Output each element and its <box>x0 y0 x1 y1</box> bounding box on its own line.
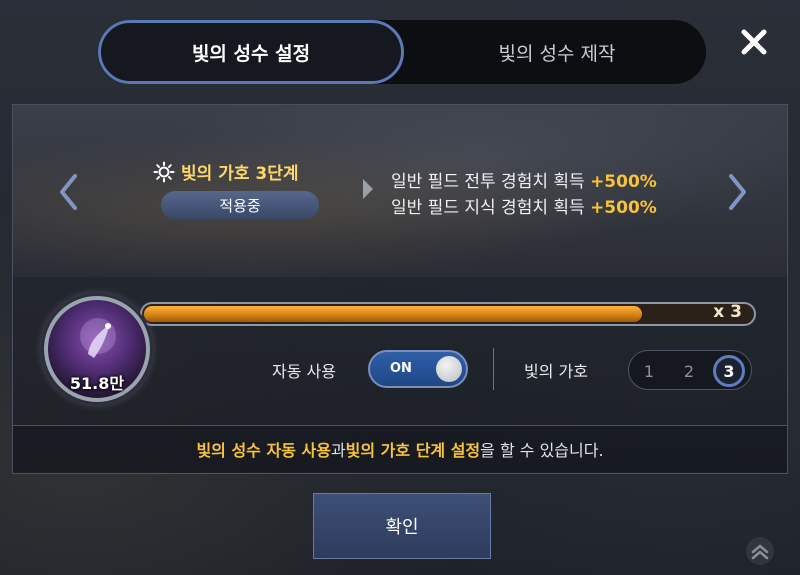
gauge-multiplier: x 3 <box>713 302 742 322</box>
toggle-state: ON <box>390 361 412 376</box>
status-badge: 적용중 <box>161 191 319 219</box>
holy-water-orb[interactable]: 51.8만 <box>44 296 150 402</box>
auto-use-toggle[interactable]: ON <box>368 350 468 388</box>
gauge-fill <box>144 306 642 322</box>
prev-stage-button[interactable] <box>53 167 83 217</box>
bonus-text: 일반 필드 전투 경험치 획득 <box>391 172 591 192</box>
chevron-right-icon <box>729 174 746 210</box>
settings-panel: 빛의 가호 3단계 적용중 일반 필드 전투 경험치 획득 +500% 일반 필… <box>12 104 788 474</box>
bonus-line: 일반 필드 전투 경험치 획득 +500% <box>391 167 657 192</box>
holy-water-amount: 51.8만 <box>69 374 125 393</box>
tab-holy-water-settings[interactable]: 빛의 성수 설정 <box>98 20 404 84</box>
bonus-value: +500% <box>590 198 657 218</box>
stage-title: 빛의 가호 3단계 <box>153 159 299 184</box>
blessing-info-area: 빛의 가호 3단계 적용중 일반 필드 전투 경험치 획득 +500% 일반 필… <box>13 105 787 277</box>
double-chevron-up-icon[interactable] <box>744 535 776 567</box>
tab-bar: 빛의 성수 설정 빛의 성수 제작 <box>98 20 706 84</box>
chevron-left-icon <box>60 174 77 210</box>
tab-label: 빛의 성수 제작 <box>498 42 616 65</box>
auto-use-label: 자동 사용 <box>272 362 336 381</box>
holy-water-figure-icon <box>80 318 116 358</box>
holy-water-gauge: x 3 <box>140 302 756 326</box>
close-button[interactable] <box>732 20 776 64</box>
level-option-1[interactable]: 1 <box>633 355 665 387</box>
confirm-button[interactable]: 확인 <box>313 493 491 559</box>
hint-bar: 빛의 성수 자동 사용 과 빛의 가호 단계 설정 을 할 수 있습니다. <box>13 425 787 472</box>
bonus-value: +500% <box>590 172 657 192</box>
stage-title-text: 빛의 가호 3단계 <box>181 164 299 184</box>
toggle-knob <box>436 356 462 382</box>
level-option-2[interactable]: 2 <box>673 355 705 387</box>
divider <box>493 348 494 390</box>
hint-text: 을 할 수 있습니다. <box>480 441 604 460</box>
hint-text: 과 <box>330 441 346 460</box>
bonus-line: 일반 필드 지식 경험치 획득 +500% <box>391 193 657 218</box>
close-icon <box>741 29 767 55</box>
blessing-level-selector: 1 2 3 <box>628 350 752 390</box>
sun-emblem-icon <box>153 161 175 182</box>
hint-highlight: 빛의 가호 단계 설정 <box>345 441 481 460</box>
next-stage-button[interactable] <box>723 167 753 217</box>
tab-holy-water-craft[interactable]: 빛의 성수 제작 <box>408 20 706 84</box>
hint-highlight: 빛의 성수 자동 사용 <box>196 441 331 460</box>
tab-label: 빛의 성수 설정 <box>191 42 311 65</box>
pointer-icon <box>363 179 373 199</box>
bonus-text: 일반 필드 지식 경험치 획득 <box>391 198 591 218</box>
level-option-3[interactable]: 3 <box>713 355 745 387</box>
blessing-level-label: 빛의 가호 <box>524 362 588 381</box>
